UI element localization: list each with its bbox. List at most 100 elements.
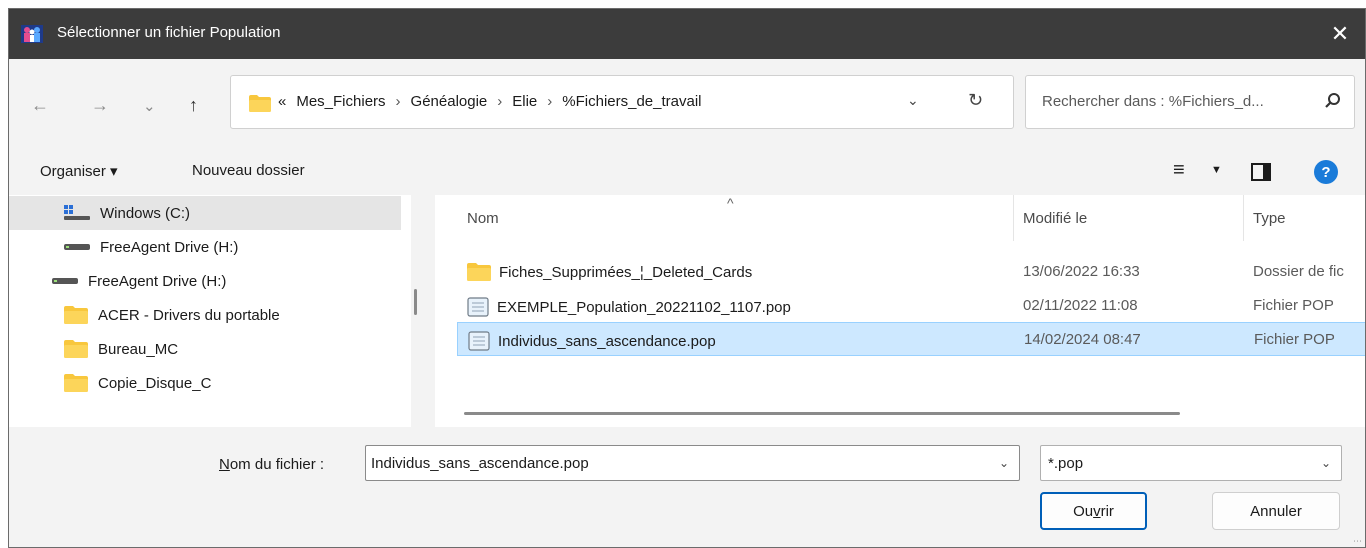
folder-icon xyxy=(64,306,88,324)
file-row[interactable]: Fiches_Supprimées_¦_Deleted_Cards 13/06/… xyxy=(457,255,1365,289)
sidebar-item-label: ACER - Drivers du portable xyxy=(98,306,280,324)
cancel-button[interactable]: Annuler xyxy=(1212,492,1340,530)
forward-arrow-icon[interactable]: → xyxy=(91,95,109,116)
file-modified: 14/02/2024 08:47 xyxy=(1024,331,1141,348)
sidebar-item-windows-c[interactable]: Windows (C:) xyxy=(9,196,401,230)
column-label: Modifié le xyxy=(1023,209,1088,227)
horizontal-scrollbar[interactable] xyxy=(464,412,1180,415)
folder-icon xyxy=(64,374,88,392)
filename-input[interactable]: Individus_sans_ascendance.pop ⌄ xyxy=(365,445,1020,481)
breadcrumb-genealogie[interactable]: Généalogie xyxy=(411,93,488,110)
sidebar-item-label: Windows (C:) xyxy=(100,204,191,222)
file-icon xyxy=(467,297,489,317)
filter-value: *.pop xyxy=(1048,455,1084,472)
file-row-selected[interactable]: Individus_sans_ascendance.pop 14/02/2024… xyxy=(457,322,1365,356)
drive-icon xyxy=(64,244,90,250)
sidebar-item-freeagent-h-2[interactable]: FreeAgent Drive (H:) xyxy=(9,264,401,298)
file-type: Fichier POP xyxy=(1253,297,1334,314)
open-label-accesskey: v xyxy=(1093,502,1101,520)
breadcrumb-elie[interactable]: Elie xyxy=(512,93,537,110)
folder-icon xyxy=(467,263,491,281)
file-open-dialog: Sélectionner un fichier Population ✕ ← →… xyxy=(8,8,1366,548)
chevron-down-icon: ⌄ xyxy=(1320,456,1331,470)
view-list-icon[interactable]: ≡ xyxy=(1173,159,1185,182)
file-type: Fichier POP xyxy=(1254,331,1335,348)
file-name-label: EXEMPLE_Population_20221102_1107.pop xyxy=(497,298,791,316)
column-header-type[interactable]: Type xyxy=(1253,195,1286,241)
folder-icon xyxy=(249,95,271,112)
sidebar-item-label: FreeAgent Drive (H:) xyxy=(100,238,239,256)
search-icon xyxy=(1325,93,1340,108)
new-folder-button[interactable]: Nouveau dossier xyxy=(192,162,305,179)
title-bar: Sélectionner un fichier Population ✕ xyxy=(9,9,1365,59)
search-placeholder: Rechercher dans : %Fichiers_d... xyxy=(1042,93,1264,110)
open-label-prefix: Ou xyxy=(1073,502,1094,520)
dialog-footer: Nom du fichier : Individus_sans_ascendan… xyxy=(9,427,1365,547)
breadcrumb-overflow[interactable]: « xyxy=(278,93,286,110)
search-input[interactable]: Rechercher dans : %Fichiers_d... xyxy=(1025,75,1355,129)
file-name: Individus_sans_ascendance.pop xyxy=(468,331,716,351)
navigation-pane-scrollbar[interactable] xyxy=(414,289,417,315)
sidebar-item-bureau-mc[interactable]: Bureau_MC xyxy=(9,332,401,366)
filename-label-accesskey: N xyxy=(219,456,230,473)
open-button[interactable]: Ou v rir xyxy=(1040,492,1147,530)
open-label-suffix: rir xyxy=(1100,502,1114,520)
sidebar-item-label: Bureau_MC xyxy=(98,340,179,358)
file-modified: 13/06/2022 16:33 xyxy=(1023,263,1140,280)
sidebar-item-freeagent-h[interactable]: FreeAgent Drive (H:) xyxy=(9,230,401,264)
close-icon: ✕ xyxy=(1330,21,1350,46)
column-divider[interactable] xyxy=(1013,195,1014,241)
help-icon[interactable]: ? xyxy=(1314,160,1338,184)
drive-icon xyxy=(52,278,78,284)
pane-splitter[interactable] xyxy=(427,195,435,427)
windows-drive-icon xyxy=(64,205,90,220)
address-bar[interactable]: « Mes_Fichiers › Généalogie › Elie › %Fi… xyxy=(230,75,1014,129)
file-name: EXEMPLE_Population_20221102_1107.pop xyxy=(467,297,791,317)
people-icon xyxy=(21,25,43,43)
preview-pane-icon[interactable] xyxy=(1251,163,1271,181)
file-row[interactable]: EXEMPLE_Population_20221102_1107.pop 02/… xyxy=(457,289,1365,323)
filename-label: Nom du fichier : xyxy=(219,456,324,473)
filename-label-text: om du fichier : xyxy=(229,456,325,473)
close-button[interactable]: ✕ xyxy=(1315,9,1365,59)
command-bar: Organiser ▾ Nouveau dossier ≡ ▼ ? xyxy=(9,149,1365,195)
sort-ascending-icon: ^ xyxy=(727,195,734,211)
file-icon xyxy=(468,331,490,351)
file-modified: 02/11/2022 11:08 xyxy=(1023,297,1138,314)
recent-locations-icon[interactable]: ⌄ xyxy=(143,97,156,115)
up-arrow-icon[interactable]: ↑ xyxy=(189,95,198,116)
sidebar-item-acer-drivers[interactable]: ACER - Drivers du portable xyxy=(9,298,401,332)
breadcrumb-separator[interactable]: › xyxy=(396,93,401,110)
dialog-title: Sélectionner un fichier Population xyxy=(57,24,281,41)
sidebar-item-label: Copie_Disque_C xyxy=(98,374,212,392)
file-name: Fiches_Supprimées_¦_Deleted_Cards xyxy=(467,263,752,281)
organize-button[interactable]: Organiser ▾ xyxy=(40,162,118,180)
resize-grip-icon[interactable]: ⋯ xyxy=(1353,537,1362,546)
navigation-pane[interactable]: Windows (C:) FreeAgent Drive (H:) FreeAg… xyxy=(9,195,411,427)
file-list[interactable]: ^ Nom Modifié le Type Fiches_Supprimées_… xyxy=(435,195,1365,427)
chevron-down-icon[interactable]: ⌄ xyxy=(999,456,1009,470)
breadcrumb-fichiers-de-travail[interactable]: %Fichiers_de_travail xyxy=(562,93,701,110)
file-name-label: Individus_sans_ascendance.pop xyxy=(498,332,716,350)
file-type: Dossier de fic xyxy=(1253,263,1344,280)
breadcrumb-mes-fichiers[interactable]: Mes_Fichiers xyxy=(296,93,385,110)
breadcrumb-separator[interactable]: › xyxy=(497,93,502,110)
chevron-down-icon[interactable]: ⌄ xyxy=(907,92,919,109)
breadcrumb: « Mes_Fichiers › Généalogie › Elie › %Fi… xyxy=(278,93,702,110)
filename-value: Individus_sans_ascendance.pop xyxy=(371,455,589,472)
column-header-name[interactable]: Nom xyxy=(467,195,499,241)
breadcrumb-separator[interactable]: › xyxy=(547,93,552,110)
file-name-label: Fiches_Supprimées_¦_Deleted_Cards xyxy=(499,263,753,281)
column-label: Type xyxy=(1253,209,1286,227)
navigation-bar: ← → ⌄ ↑ « Mes_Fichiers › Généalogie › El… xyxy=(9,59,1365,149)
folder-icon xyxy=(64,340,88,358)
refresh-icon[interactable]: ↻ xyxy=(968,90,983,111)
column-divider[interactable] xyxy=(1243,195,1244,241)
back-arrow-icon[interactable]: ← xyxy=(31,95,49,116)
sidebar-item-label: FreeAgent Drive (H:) xyxy=(88,272,227,290)
column-header-modified[interactable]: Modifié le xyxy=(1023,195,1087,241)
column-label: Nom xyxy=(467,209,499,227)
view-dropdown-icon[interactable]: ▼ xyxy=(1211,164,1222,176)
sidebar-item-copie-disque-c[interactable]: Copie_Disque_C xyxy=(9,366,401,400)
file-type-filter-select[interactable]: *.pop ⌄ xyxy=(1040,445,1342,481)
